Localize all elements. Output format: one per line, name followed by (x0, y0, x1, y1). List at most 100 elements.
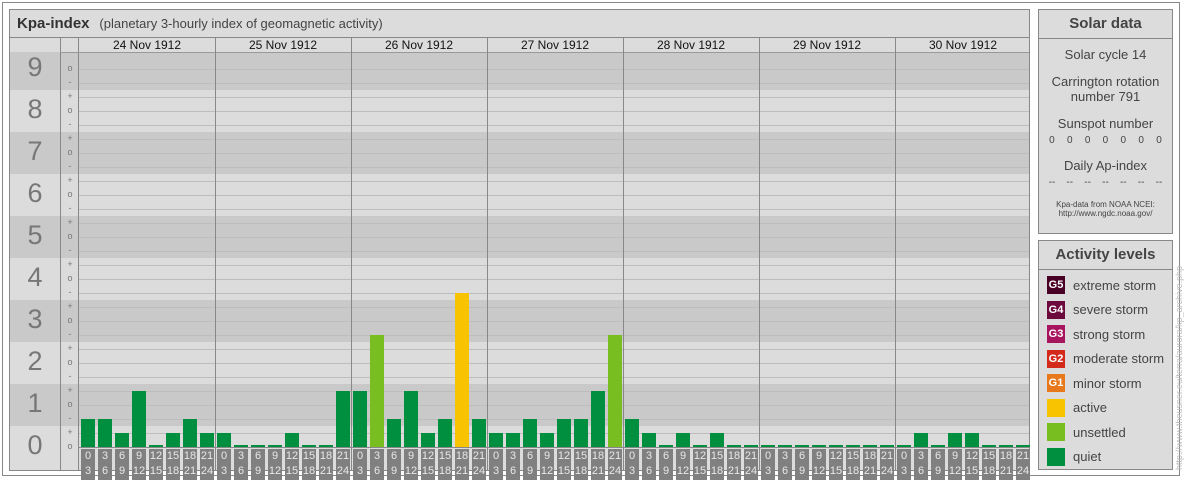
interval-hour: 3 (373, 450, 381, 462)
legend-label: quiet (1073, 449, 1102, 465)
sub-tick-label: + (67, 91, 73, 101)
sunspot-value: 0 (1156, 135, 1162, 146)
interval-hour: 3 (101, 450, 109, 462)
interval-hour: 21 (319, 465, 333, 477)
interval-hour: 3 (628, 465, 636, 477)
interval-hour: 12 (557, 450, 571, 462)
interval-label: 18 21 (455, 449, 469, 480)
axis-separator (78, 38, 79, 470)
interval-hour: 9 (543, 450, 551, 462)
chart-subtitle: (planetary 3-hourly index of geomagnetic… (99, 16, 383, 31)
interval-hour: 15 (302, 450, 316, 462)
interval-hour: 12 (948, 465, 962, 477)
interval-hour: 12 (421, 450, 435, 462)
sub-tick-label: - (68, 245, 72, 255)
interval-hour: 3 (356, 465, 364, 477)
gridline (79, 293, 1029, 294)
interval-hour: 24 (1016, 465, 1030, 477)
sub-tick-label: o (67, 315, 73, 325)
interval-hour: 9 (135, 450, 143, 462)
interval-hour: 6 (509, 465, 517, 477)
interval-label: 69 (251, 449, 265, 480)
interval-hour: 18 (863, 450, 877, 462)
kp-bar (642, 433, 656, 447)
legend-label: extreme storm (1073, 277, 1157, 293)
interval-label: 21 24 (200, 449, 214, 480)
interval-hour: 18 (166, 465, 180, 477)
legend-label: strong storm (1073, 326, 1146, 342)
interval-hour: 12 (149, 450, 163, 462)
sub-tick-label: o (67, 189, 73, 199)
baseline (79, 447, 1029, 448)
y-tick-label: 2 (27, 346, 43, 376)
y-tick-label: 5 (27, 220, 43, 250)
kp-bar (166, 433, 180, 447)
sub-tick-label: - (68, 77, 72, 87)
interval-hour: 18 (183, 450, 197, 462)
sunspot-value: 0 (1084, 135, 1091, 146)
sub-tick-label: - (68, 119, 72, 129)
ap-value: -- (1066, 177, 1074, 188)
ap-value: -- (1084, 177, 1091, 188)
interval-hour: 15 (846, 450, 860, 462)
interval-label: 21 24 (336, 449, 350, 480)
sunspot-value: 0 (1120, 135, 1127, 146)
sunspot-value: 0 (1102, 135, 1109, 146)
gridline (79, 279, 1029, 280)
date-label: 28 Nov 1912 (656, 38, 726, 52)
interval-label: 9 12 (268, 449, 282, 480)
interval-label: 36 (778, 449, 792, 480)
interval-label: 69 (931, 449, 945, 480)
interval-hour: 6 (645, 465, 653, 477)
interval-label: 03 (353, 449, 367, 480)
interval-label: 21 24 (880, 449, 894, 480)
kp-bar (676, 433, 690, 447)
y-tick-label: 9 (27, 52, 43, 82)
ap-value: -- (1155, 177, 1163, 188)
kp-bar (506, 433, 520, 447)
interval-hour: 3 (764, 465, 772, 477)
sub-tick-label: - (68, 371, 72, 381)
interval-hour: 3 (492, 465, 500, 477)
interval-hour: 18 (574, 465, 588, 477)
interval-hour: 3 (84, 465, 92, 477)
activity-legend: G5 extreme storm G4 severe storm G3 strong st… (1039, 270, 1172, 469)
interval-hour: 6 (237, 465, 245, 477)
interval-hour: 18 (710, 465, 724, 477)
sub-tick-label: + (67, 343, 73, 353)
interval-hour: 12 (812, 465, 826, 477)
interval-hour: 12 (268, 465, 282, 477)
legend-swatch: G2 (1047, 349, 1065, 368)
interval-hour: 21 (727, 465, 741, 477)
interval-hour: 21 (880, 450, 894, 462)
interval-hour: 3 (645, 450, 653, 462)
legend-label: active (1073, 400, 1107, 416)
gridline (79, 153, 1029, 154)
kp-bar (183, 419, 197, 447)
band-level-9 (10, 52, 1029, 90)
sub-tick-label: o (67, 147, 73, 157)
interval-label: 9 12 (132, 449, 146, 480)
gridline (79, 321, 1029, 322)
interval-hour: 24 (336, 465, 350, 477)
interval-hour: 6 (934, 450, 942, 462)
source-link[interactable]: http://www.ngdc.noaa.gov/ (1039, 209, 1172, 218)
gridline (79, 391, 1029, 392)
y-tick-label: 7 (27, 136, 43, 166)
gridline (79, 83, 1029, 84)
solar-data-title: Solar data (1039, 10, 1172, 39)
y-tick-label: 1 (27, 388, 43, 418)
interval-label: 36 (914, 449, 928, 480)
sub-tick-label: o (67, 357, 73, 367)
interval-hour: 21 (863, 465, 877, 477)
interval-hour: 24 (608, 465, 622, 477)
interval-hour: 21 (455, 465, 469, 477)
interval-hour: 21 (591, 465, 605, 477)
sub-tick-label: - (68, 161, 72, 171)
gridline (79, 167, 1029, 168)
interval-hour: 24 (472, 465, 486, 477)
interval-hour: 12 (285, 450, 299, 462)
kp-bar (115, 433, 129, 447)
legend-swatch (1047, 398, 1065, 417)
interval-hour: 21 (744, 450, 758, 462)
